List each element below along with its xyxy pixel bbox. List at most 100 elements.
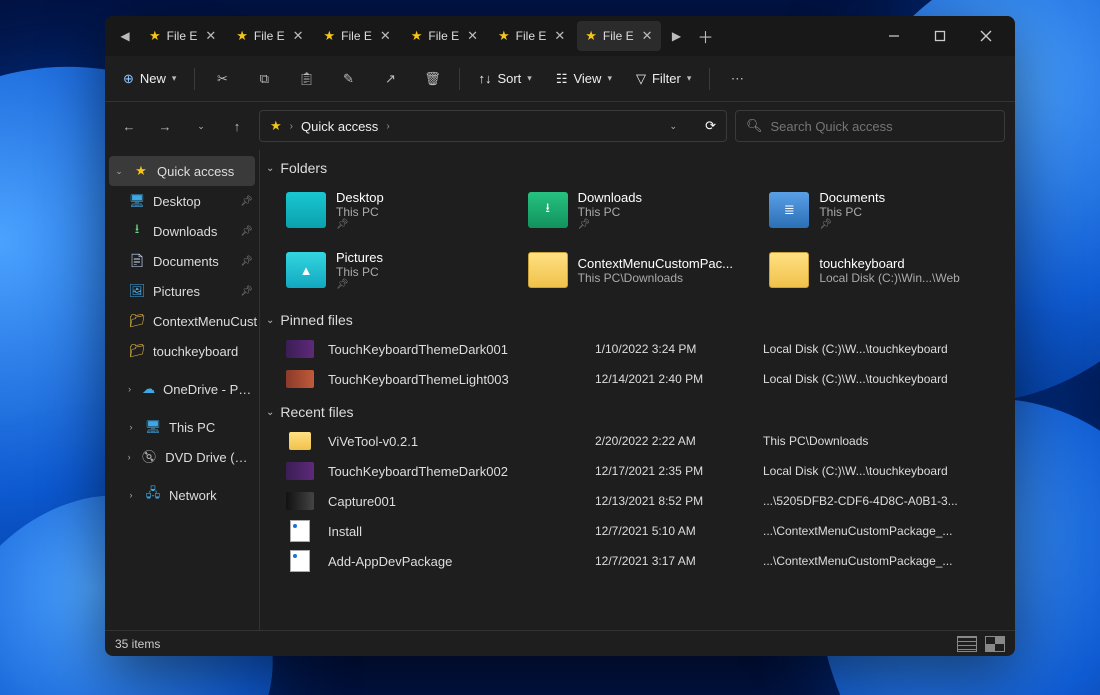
thumbnails-view-icon[interactable] [985, 636, 1005, 652]
file-name: TouchKeyboardThemeDark001 [328, 342, 587, 357]
copy-icon[interactable]: ⧉ [247, 64, 281, 94]
file-row[interactable]: TouchKeyboardThemeLight00312/14/2021 2:4… [260, 364, 1009, 394]
filter-button[interactable]: ▽Filter▾ [628, 64, 699, 94]
command-bar: ⊕New▾ ✂ ⧉ 📋︎ ✎ ↗ 🗑︎ ↑↓Sort▾ ☷View▾ ▽Filt… [105, 56, 1015, 102]
pin-icon: 📌︎ [336, 279, 383, 290]
close-icon[interactable]: ✕ [205, 28, 216, 44]
group-recent-files[interactable]: ⌄Recent files [260, 394, 1009, 426]
file-name: Capture001 [328, 494, 587, 509]
tab-label: File E [516, 29, 547, 43]
file-row[interactable]: TouchKeyboardThemeDark00212/17/2021 2:35… [260, 456, 1009, 486]
folder-card[interactable]: ≣DocumentsThis PC📌︎ [769, 182, 1003, 238]
close-button[interactable] [963, 16, 1009, 56]
folder-location: This PC [336, 205, 384, 219]
tab-0[interactable]: ★File E✕ [141, 21, 224, 51]
new-tab-button[interactable]: ＋ [691, 24, 721, 48]
file-row[interactable]: ViVeTool-v0.2.12/20/2022 2:22 AMThis PC\… [260, 426, 1009, 456]
tab-4[interactable]: ★File E✕ [490, 21, 573, 51]
sidebar-this-pc[interactable]: ›🖥︎This PC [105, 412, 259, 442]
rename-icon[interactable]: ✎ [331, 64, 365, 94]
tab-1[interactable]: ★File E✕ [228, 21, 311, 51]
file-name: Install [328, 524, 587, 539]
sidebar-network[interactable]: ›🖧Network [105, 480, 259, 510]
folder-location: This PC [819, 205, 885, 219]
file-location: ...\ContextMenuCustomPackage_... [763, 554, 1003, 568]
folder-card[interactable]: ContextMenuCustomPac...This PC\Downloads [528, 242, 762, 298]
folder-name: Desktop [336, 190, 384, 205]
address-bar[interactable]: ★ › Quick access › ⌄ ⟳ [259, 110, 727, 142]
tab-2[interactable]: ★File E✕ [316, 21, 399, 51]
search-input[interactable] [771, 119, 994, 134]
paste-icon[interactable]: 📋︎ [289, 64, 323, 94]
folder-icon [769, 252, 809, 288]
file-thumbnail [286, 522, 320, 540]
sidebar-item-desktop[interactable]: 🖥︎Desktop📌︎ [105, 186, 259, 216]
file-location: Local Disk (C:)\W...\touchkeyboard [763, 464, 1003, 478]
star-icon: ★ [585, 28, 597, 44]
file-name: TouchKeyboardThemeLight003 [328, 372, 587, 387]
desktop-icon: 🖥︎ [129, 193, 145, 209]
cut-icon[interactable]: ✂ [205, 64, 239, 94]
breadcrumb-root[interactable]: Quick access [301, 119, 378, 134]
maximize-button[interactable] [917, 16, 963, 56]
new-button[interactable]: ⊕New▾ [115, 64, 184, 94]
group-pinned-files[interactable]: ⌄Pinned files [260, 302, 1009, 334]
up-button[interactable]: ↑ [223, 112, 251, 140]
minimize-button[interactable] [871, 16, 917, 56]
tab-5[interactable]: ★File E✕ [577, 21, 660, 51]
sidebar-dvd[interactable]: ›💿︎DVD Drive (D:) CCCO [105, 442, 259, 472]
pictures-icon: 🖼︎ [129, 283, 145, 299]
close-icon[interactable]: ✕ [380, 28, 391, 44]
folder-icon [528, 252, 568, 288]
file-row[interactable]: Add-AppDevPackage 12/7/2021 3:17 AM ...\Co… [260, 546, 1009, 576]
share-icon[interactable]: ↗ [373, 64, 407, 94]
sidebar-item-downloads[interactable]: ⭳Downloads📌︎ [105, 216, 259, 246]
file-row[interactable]: TouchKeyboardThemeDark0011/10/2022 3:24 … [260, 334, 1009, 364]
details-view-icon[interactable] [957, 636, 977, 652]
address-history-icon[interactable]: ⌄ [670, 121, 678, 132]
sidebar-item-pictures[interactable]: 🖼︎Pictures📌︎ [105, 276, 259, 306]
pin-icon: 📌︎ [240, 286, 253, 297]
sidebar-item-touchkeyboard[interactable]: 📁︎touchkeyboard [105, 336, 259, 366]
folder-icon: ≣ [769, 192, 809, 228]
folder-card[interactable]: ▲PicturesThis PC📌︎ [286, 242, 520, 298]
navigation-sidebar: ⌄★ Quick access 🖥︎Desktop📌︎⭳Downloads📌︎📄… [105, 150, 260, 630]
tab-3[interactable]: ★File E✕ [403, 21, 486, 51]
file-row[interactable]: Install12/7/2021 5:10 AM...\ContextMenuC… [260, 516, 1009, 546]
file-name: Add-AppDevPackage [328, 554, 587, 569]
file-thumbnail [286, 462, 320, 480]
tab-scroll-right[interactable]: ▶ [663, 29, 691, 43]
delete-icon[interactable]: 🗑︎ [415, 64, 449, 94]
close-icon[interactable]: ✕ [293, 28, 304, 44]
sidebar-item-contextmenucust[interactable]: 📁︎ContextMenuCust [105, 306, 259, 336]
folder-icon: ▲ [286, 252, 326, 288]
file-location: ...\ContextMenuCustomPackage_... [763, 524, 1003, 538]
content-pane: ⌄Folders DesktopThis PC📌︎⭳DownloadsThis … [260, 150, 1015, 630]
file-row[interactable]: Capture00112/13/2021 8:52 PM...\5205DFB2… [260, 486, 1009, 516]
folder-card[interactable]: ⭳DownloadsThis PC📌︎ [528, 182, 762, 238]
sidebar-onedrive[interactable]: ›☁OneDrive - Personal [105, 374, 259, 404]
close-icon[interactable]: ✕ [642, 28, 653, 44]
file-name: TouchKeyboardThemeDark002 [328, 464, 587, 479]
folder-card[interactable]: touchkeyboardLocal Disk (C:)\Win...\Web [769, 242, 1003, 298]
sidebar-quick-access[interactable]: ⌄★ Quick access [109, 156, 255, 186]
group-folders[interactable]: ⌄Folders [260, 150, 1009, 182]
sort-button[interactable]: ↑↓Sort▾ [470, 64, 539, 94]
recent-dropdown[interactable]: ⌄ [187, 112, 215, 140]
close-icon[interactable]: ✕ [467, 28, 478, 44]
search-box[interactable]: 🔍︎ [735, 110, 1005, 142]
sidebar-item-documents[interactable]: 📄︎Documents📌︎ [105, 246, 259, 276]
refresh-icon[interactable]: ⟳ [705, 118, 716, 134]
close-icon[interactable]: ✕ [554, 28, 565, 44]
status-bar: 35 items [105, 630, 1015, 656]
folder-card[interactable]: DesktopThis PC📌︎ [286, 182, 520, 238]
star-icon: ★ [270, 118, 282, 134]
tab-scroll-left[interactable]: ◀ [111, 29, 139, 43]
view-button[interactable]: ☷View▾ [548, 64, 620, 94]
back-button[interactable]: ← [115, 112, 143, 140]
file-date: 12/7/2021 3:17 AM [595, 554, 755, 568]
more-icon[interactable]: ⋯ [720, 64, 754, 94]
folder-icon: 📁︎ [129, 343, 145, 359]
file-thumbnail [286, 492, 320, 510]
forward-button[interactable]: → [151, 112, 179, 140]
